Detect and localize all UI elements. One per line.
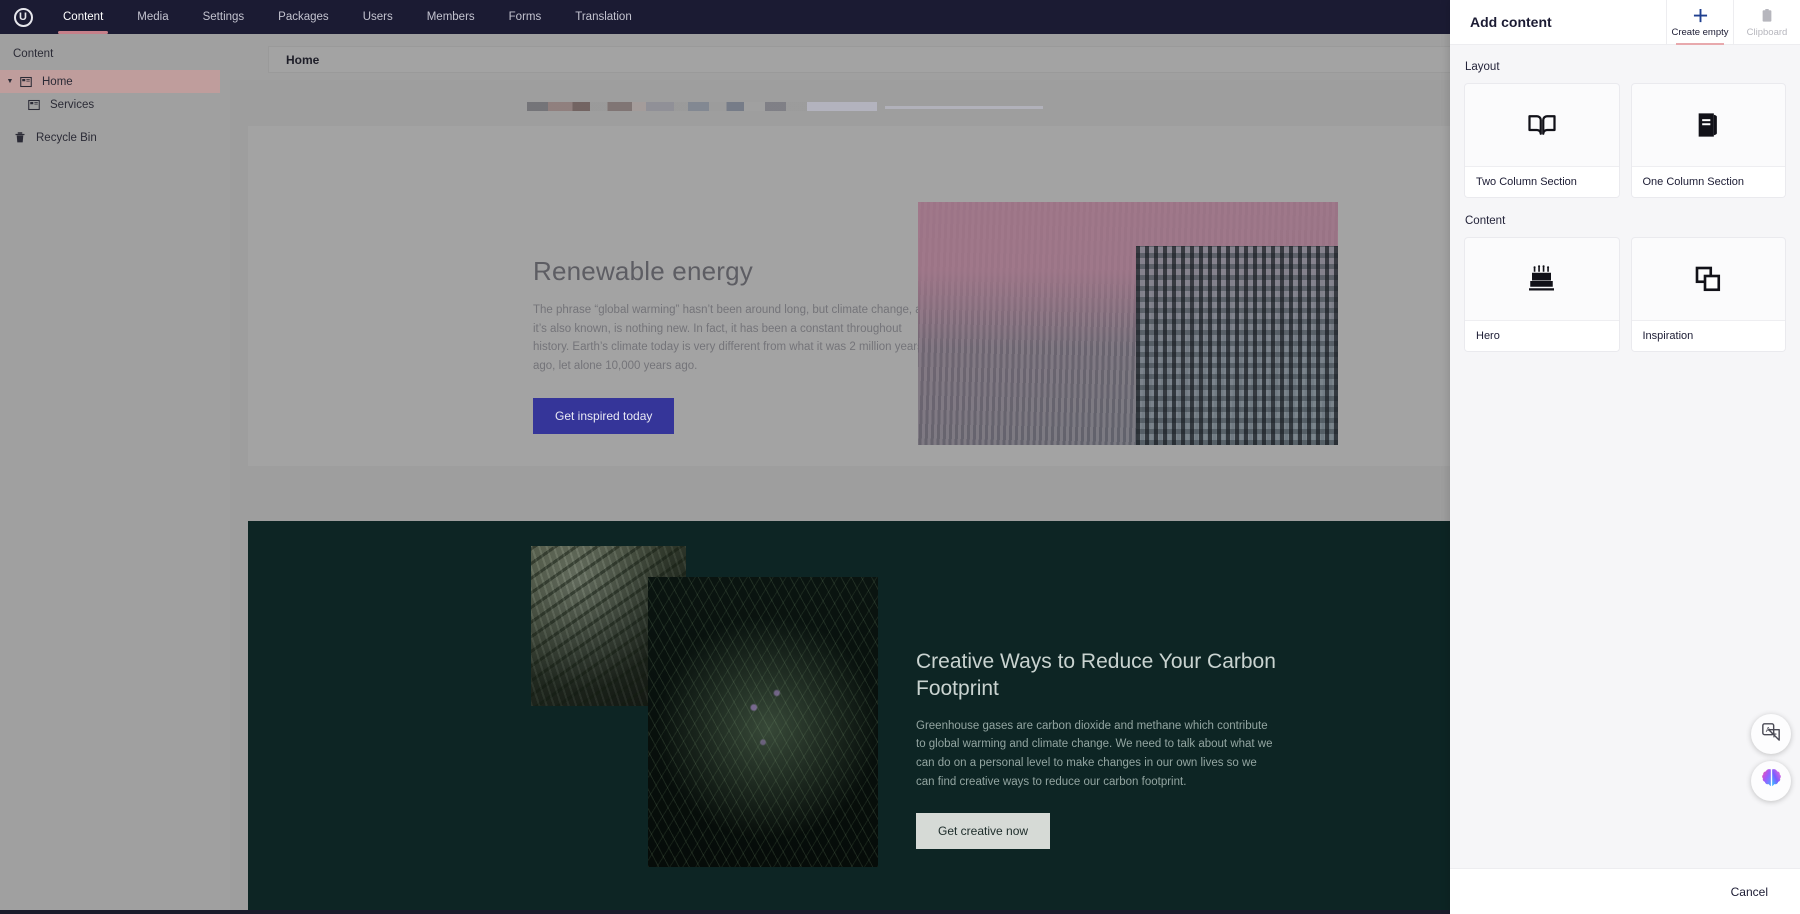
cancel-button[interactable]: Cancel [1719, 877, 1780, 907]
tree-item-label: Services [50, 99, 94, 111]
nav-label: Forms [509, 11, 542, 23]
layout-card-grid: Two Column Section One Column Section [1464, 83, 1786, 198]
add-content-panel: Add content Create empty Clipboard Layo [1450, 0, 1800, 914]
nav-label: Users [363, 11, 393, 23]
nav-label: Settings [203, 11, 245, 23]
hero-text-group: Renewable energy The phrase “global warm… [533, 256, 938, 434]
breadcrumb-current[interactable]: Home [286, 53, 319, 67]
umbraco-logo-mark: U [14, 8, 33, 27]
hero-title: Renewable energy [533, 256, 938, 287]
birthday-cake-icon [1465, 238, 1619, 320]
card-two-column-section[interactable]: Two Column Section [1464, 83, 1620, 198]
nav-item-settings[interactable]: Settings [186, 0, 262, 34]
tab-label: Create empty [1671, 27, 1728, 38]
tree-item-label: Recycle Bin [36, 132, 97, 144]
tab-create-empty[interactable]: Create empty [1666, 0, 1733, 45]
card-label: One Column Section [1632, 166, 1786, 197]
hero-image [918, 202, 1338, 445]
footprint-body: Greenhouse gases are carbon dioxide and … [916, 717, 1276, 792]
brain-icon [1760, 767, 1783, 795]
clipboard-icon [1760, 7, 1774, 24]
panel-header: Add content Create empty Clipboard [1450, 0, 1800, 45]
tree-item-home[interactable]: ▼ Home [0, 70, 220, 93]
plus-icon [1693, 7, 1708, 24]
top-navigation: U Content Media Settings Packages Users … [0, 0, 1450, 34]
panel-footer: Cancel [1450, 868, 1800, 914]
copy-layers-icon [1632, 238, 1786, 320]
tree-item-label: Home [42, 76, 73, 88]
document-icon [24, 99, 44, 111]
card-inspiration[interactable]: Inspiration [1631, 237, 1787, 352]
card-one-column-section[interactable]: One Column Section [1631, 83, 1787, 198]
translate-fab[interactable]: A [1751, 714, 1791, 754]
app-root: U Content Media Settings Packages Users … [0, 0, 1800, 914]
translate-icon: A [1761, 722, 1781, 747]
nav-item-content[interactable]: Content [46, 0, 120, 34]
hero-body: The phrase “global warming” hasn’t been … [533, 301, 938, 376]
nav-label: Content [63, 11, 103, 23]
nav-label: Media [137, 11, 168, 23]
trash-icon [10, 131, 30, 144]
footprint-title: Creative Ways to Reduce Your Carbon Foot… [916, 649, 1276, 703]
nav-label: Members [427, 11, 475, 23]
nav-item-forms[interactable]: Forms [492, 0, 559, 34]
card-hero[interactable]: Hero [1464, 237, 1620, 352]
chevron-down-icon[interactable]: ▼ [4, 78, 16, 85]
document-icon [16, 76, 36, 88]
top-nav-items: Content Media Settings Packages Users Me… [46, 0, 649, 34]
nav-label: Packages [278, 11, 329, 23]
book-icon [1632, 84, 1786, 166]
card-label: Inspiration [1632, 320, 1786, 351]
nav-item-media[interactable]: Media [120, 0, 185, 34]
nav-item-members[interactable]: Members [410, 0, 492, 34]
panel-tabs: Create empty Clipboard [1666, 0, 1800, 45]
tab-clipboard[interactable]: Clipboard [1733, 0, 1800, 45]
nav-item-translation[interactable]: Translation [558, 0, 648, 34]
get-creative-now-button[interactable]: Get creative now [916, 813, 1050, 849]
nav-label: Translation [575, 11, 631, 23]
panel-title: Add content [1450, 14, 1666, 30]
nav-item-users[interactable]: Users [346, 0, 410, 34]
get-inspired-today-button[interactable]: Get inspired today [533, 398, 674, 434]
ai-assistant-fab[interactable] [1751, 761, 1791, 801]
nav-item-packages[interactable]: Packages [261, 0, 346, 34]
group-label-content: Content [1465, 215, 1786, 227]
panel-body: Layout Two Column Section [1450, 45, 1800, 914]
footprint-text-group: Creative Ways to Reduce Your Carbon Foot… [916, 649, 1276, 849]
preview-top-line [885, 106, 1043, 109]
card-label: Hero [1465, 320, 1619, 351]
preview-top-blocks [527, 102, 877, 111]
open-book-icon [1465, 84, 1619, 166]
tab-label: Clipboard [1747, 27, 1788, 38]
content-tree-sidebar: Content ▼ Home Services Recycle Bin [0, 34, 220, 910]
umbraco-logo-icon[interactable]: U [0, 8, 46, 27]
card-label: Two Column Section [1465, 166, 1619, 197]
group-label-layout: Layout [1465, 61, 1786, 73]
tree-item-services[interactable]: Services [0, 93, 220, 116]
fern-flowers-image [648, 577, 878, 867]
content-card-grid: Hero Inspiration [1464, 237, 1786, 352]
bottom-strip [0, 910, 1450, 914]
tree-header: Content [0, 34, 220, 70]
tree-item-recycle-bin[interactable]: Recycle Bin [0, 126, 220, 149]
